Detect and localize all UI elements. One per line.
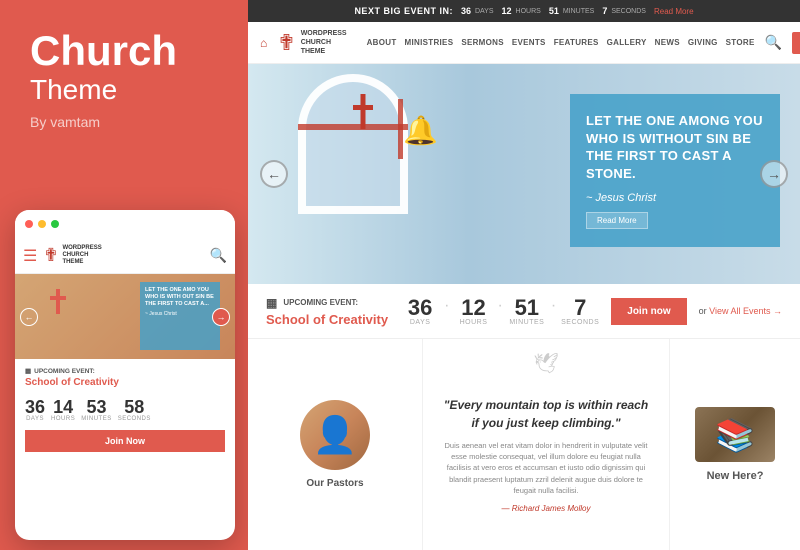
ribbon-horizontal: [298, 124, 408, 130]
mobile-event-label: ▦ UPCOMING EVENT:: [25, 367, 225, 375]
calendar-icon: ▦: [266, 296, 277, 310]
home-icon[interactable]: ⌂: [260, 36, 267, 50]
bell-icon: 🔔: [403, 114, 438, 147]
mobile-hero: ← LET THE ONE AMO YOU WHO IS WITH OUT SI…: [15, 274, 235, 359]
hero-section: 🔔 LET THE ONE AMONG YOU WHO IS WITHOUT S…: [248, 64, 800, 284]
hero-read-more-button[interactable]: Read More: [586, 212, 648, 229]
view-all-link[interactable]: or View All Events →: [699, 306, 782, 316]
right-panel: NEXT BIG EVENT IN: 36 DAYS 12 HOURS 51 M…: [248, 0, 800, 550]
mobile-quote-author: ~ Jesus Christ: [145, 311, 215, 317]
new-here-section: 📚 New Here?: [670, 339, 800, 550]
books-image: 📚: [695, 407, 775, 462]
left-panel: Church Theme By vamtam ☰ ✟ WORDPRESS CHU…: [0, 0, 248, 550]
quote-main-text: "Every mountain top is within reach if y…: [443, 396, 649, 432]
hero-quote-text: LET THE ONE AMONG YOU WHO IS WITHOUT SIN…: [586, 112, 764, 182]
mobile-mockup: ☰ ✟ WORDPRESS CHURCH THEME 🔍 ← LET THE O…: [15, 210, 235, 540]
pastor-image: 👤: [300, 400, 370, 470]
count-sep-1: ·: [444, 298, 449, 314]
mobile-join-button[interactable]: Join Now: [25, 430, 225, 452]
countdown-items: 36 DAYS · 12 HOURS · 51 MINUTES · 7 SECO…: [401, 297, 599, 326]
mobile-hero-quote: LET THE ONE AMO YOU WHO IS WITH OUT SIN …: [140, 282, 220, 350]
hero-quote-box: LET THE ONE AMONG YOU WHO IS WITHOUT SIN…: [570, 94, 780, 247]
mobile-logo-text: WORDPRESS CHURCH THEME: [62, 245, 101, 267]
nav-gallery[interactable]: GALLERY: [607, 38, 647, 47]
nav-items: ABOUT MINISTRIES SERMONS EVENTS FEATURES…: [367, 38, 755, 47]
mobile-top-bar: [15, 210, 235, 238]
count-minutes: 51 MINUTES: [508, 297, 546, 326]
mobile-count-seconds: 58 SECONDS: [118, 398, 151, 422]
top-bar-read-more[interactable]: Read More: [654, 7, 694, 16]
mobile-prev-button[interactable]: ←: [20, 308, 38, 326]
count-sep-3: ·: [551, 298, 556, 314]
mobile-next-button[interactable]: →: [212, 308, 230, 326]
theme-subtitle: Theme: [30, 74, 228, 106]
count-days: 36 DAYS: [401, 297, 439, 326]
mobile-nav: ☰ ✟ WORDPRESS CHURCH THEME 🔍: [15, 238, 235, 274]
mobile-count-hours: 14 HOURS: [51, 398, 75, 422]
mobile-quote-text: LET THE ONE AMO YOU WHO IS WITH OUT SIN …: [145, 287, 215, 308]
books-icon: 📚: [715, 416, 755, 454]
nav-giving[interactable]: GIVING: [688, 38, 718, 47]
event-bar: ▦ UPCOMING EVENT: School of Creativity 3…: [248, 284, 800, 339]
mobile-count-minutes: 53 MINUTES: [81, 398, 112, 422]
mobile-event-section: ▦ UPCOMING EVENT: School of Creativity: [15, 359, 235, 392]
count-sep-2: ·: [497, 298, 502, 314]
count-hours: 12 HOURS: [454, 297, 492, 326]
calendar-icon: ▦: [25, 367, 31, 375]
nav-store[interactable]: STORE: [726, 38, 755, 47]
main-nav: ⌂ ✟ WORDPRESS CHURCH THEME ABOUT MINISTR…: [248, 22, 800, 64]
mobile-countdown: 36 DAYS 14 HOURS 53 MINUTES 58 SECONDS: [15, 392, 235, 428]
pastor-section: 👤 Our Pastors: [248, 339, 423, 550]
event-label: UPCOMING EVENT:: [283, 298, 358, 307]
dot-yellow: [38, 220, 46, 228]
hamburger-icon[interactable]: ☰: [23, 246, 37, 266]
nav-logo-text: WORDPRESS CHURCH THEME: [301, 29, 347, 56]
top-bar: NEXT BIG EVENT IN: 36 DAYS 12 HOURS 51 M…: [248, 0, 800, 22]
event-info: ▦ UPCOMING EVENT: School of Creativity: [266, 296, 401, 327]
nav-search-icon[interactable]: 🔍: [765, 34, 782, 51]
nav-ministries[interactable]: MINISTRIES: [405, 38, 454, 47]
nav-news[interactable]: NEWS: [655, 38, 680, 47]
mobile-logo-icon: ✟: [43, 245, 58, 266]
pastor-avatar: 👤: [313, 414, 358, 456]
hero-prev-button[interactable]: ←: [260, 160, 288, 188]
top-bar-minutes: 51 MINUTES: [549, 6, 595, 16]
ribbon-vertical: [398, 99, 403, 159]
event-name: School of Creativity: [266, 312, 401, 327]
hero-next-button[interactable]: →: [760, 160, 788, 188]
bottom-section: 👤 Our Pastors 🕊 "Every mountain top is w…: [248, 339, 800, 550]
new-here-label: New Here?: [707, 470, 764, 482]
dot-green: [51, 220, 59, 228]
top-bar-seconds: 7 SECONDS: [602, 6, 646, 16]
view-all-text: View All Events →: [709, 306, 782, 316]
quote-body: Duis aenean vel erat vitam dolor in hend…: [443, 440, 649, 496]
top-bar-hours: 12 HOURS: [502, 6, 541, 16]
nav-features[interactable]: FEATURES: [554, 38, 599, 47]
bird-icon: 🕊: [533, 351, 558, 376]
nav-about[interactable]: ABOUT: [367, 38, 397, 47]
donate-button[interactable]: Donate: [792, 32, 800, 54]
mobile-hero-cross: [50, 289, 66, 314]
nav-logo: ✟ WORDPRESS CHURCH THEME: [277, 29, 346, 56]
nav-events[interactable]: EVENTS: [512, 38, 546, 47]
dot-red: [25, 220, 33, 228]
mobile-search-icon[interactable]: 🔍: [210, 247, 227, 264]
top-bar-label: NEXT BIG EVENT IN:: [354, 6, 453, 16]
mobile-logo: ✟ WORDPRESS CHURCH THEME: [43, 245, 101, 267]
join-button[interactable]: Join now: [611, 298, 686, 325]
count-seconds: 7 SECONDS: [561, 297, 599, 326]
nav-sermons[interactable]: SERMONS: [461, 38, 504, 47]
quote-section: 🕊 "Every mountain top is within reach if…: [423, 339, 670, 550]
quote-attribution: — Richard James Molloy: [502, 504, 591, 513]
event-label-row: ▦ UPCOMING EVENT:: [266, 296, 401, 310]
mobile-count-days: 36 DAYS: [25, 398, 45, 422]
nav-logo-icon: ✟: [277, 30, 295, 56]
mobile-event-name: School of Creativity: [25, 377, 225, 388]
by-line: By vamtam: [30, 114, 228, 130]
pastor-label: Our Pastors: [306, 478, 363, 489]
theme-title: Church: [30, 30, 228, 72]
hero-quote-author: ~ Jesus Christ: [586, 192, 764, 204]
top-bar-days: 36 DAYS: [461, 6, 494, 16]
